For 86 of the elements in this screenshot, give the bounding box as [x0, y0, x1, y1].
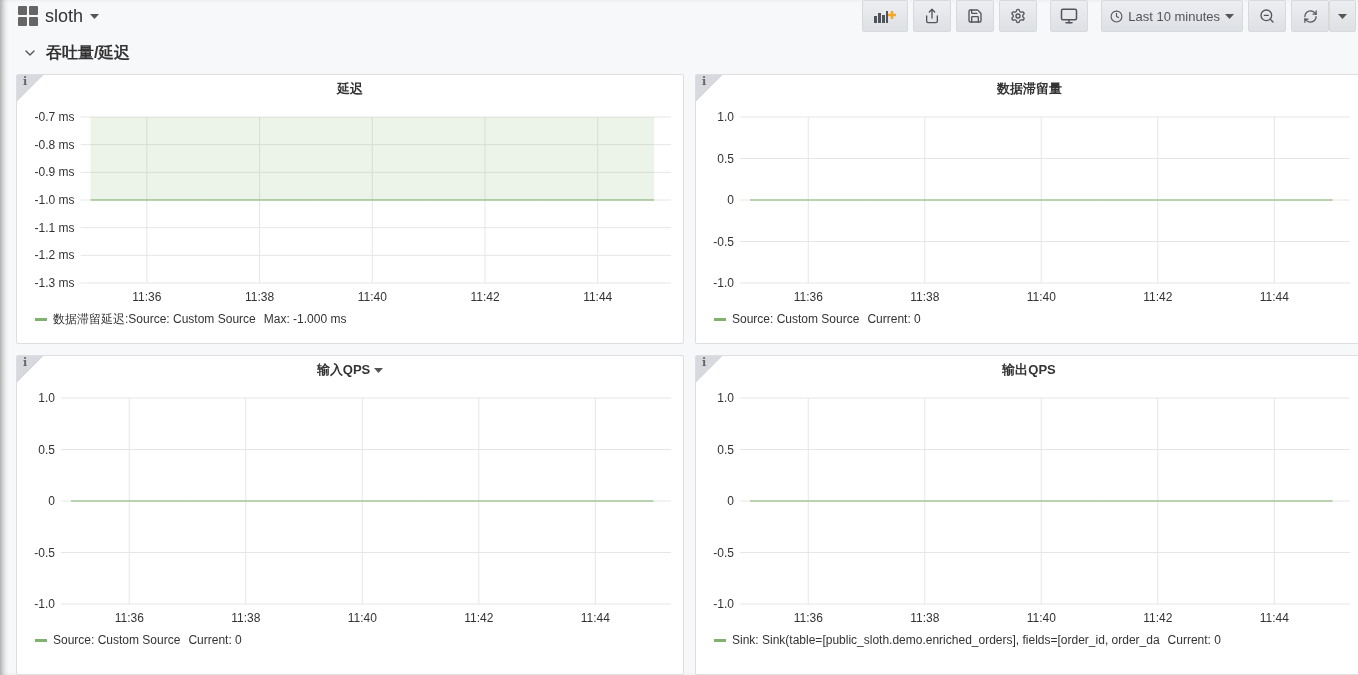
panel-title[interactable]: 延迟: [337, 80, 363, 98]
x-axis-label: 11:42: [1143, 290, 1173, 304]
caret-icon: [90, 13, 100, 19]
row-title: 吞吐量/延迟: [46, 42, 131, 63]
legend-swatch: [714, 638, 726, 642]
x-axis-label: 11:44: [580, 611, 610, 625]
y-axis-label: 1.0: [38, 392, 55, 405]
panel-title[interactable]: 输入QPS: [316, 361, 371, 379]
legend-label[interactable]: Source: Custom Source: [53, 633, 181, 647]
panel-title[interactable]: 数据滞留量: [996, 80, 1062, 98]
x-axis-label: 11:38: [910, 611, 940, 625]
x-axis-label: 11:38: [245, 290, 275, 304]
legend-swatch: [35, 638, 47, 642]
y-axis-label: -1.0 ms: [34, 193, 75, 207]
info-corner[interactable]: i: [17, 75, 43, 101]
legend-swatch: [714, 317, 726, 321]
refresh-icon: [1302, 8, 1318, 24]
zoom-out-icon: [1259, 8, 1275, 24]
y-axis-label: -1.1 ms: [34, 220, 75, 235]
x-axis-label: 11:42: [464, 611, 494, 625]
info-corner[interactable]: i: [17, 356, 43, 382]
refresh-button[interactable]: [1291, 0, 1329, 32]
legend-value: Current: 0: [867, 312, 921, 326]
legend-swatch: [35, 317, 47, 321]
y-axis-label: -0.7 ms: [34, 111, 75, 124]
refresh-menu-button[interactable]: [1329, 0, 1356, 32]
x-axis-label: 11:40: [1026, 290, 1056, 304]
y-axis-label: -0.5: [713, 234, 734, 249]
x-axis-label: 11:40: [347, 611, 377, 625]
legend-label[interactable]: Source: Custom Source: [732, 312, 860, 326]
caret-icon: [1338, 13, 1347, 19]
y-axis-label: 0.5: [717, 151, 734, 166]
add-panel-button[interactable]: [862, 0, 909, 32]
zoom-out-button[interactable]: [1248, 0, 1286, 32]
x-axis-label: 11:36: [793, 611, 823, 625]
x-axis-label: 11:42: [470, 290, 500, 304]
legend-value: Max: -1.000 ms: [263, 312, 347, 326]
time-range-button[interactable]: Last 10 minutes: [1101, 0, 1243, 32]
y-axis-label: 0.5: [38, 442, 55, 457]
caret-icon[interactable]: [374, 367, 384, 373]
bar-chart-plus-icon: [874, 9, 897, 23]
y-axis-label: -1.2 ms: [34, 248, 75, 263]
clock-icon: [1110, 9, 1124, 23]
x-axis-label: 11:38: [231, 611, 261, 625]
y-axis-label: -0.5: [713, 545, 734, 560]
y-axis-label: -1.3 ms: [34, 276, 75, 290]
info-corner[interactable]: i: [696, 75, 722, 101]
settings-icon: [1010, 8, 1027, 24]
panel-title[interactable]: 输出QPS: [1002, 361, 1056, 379]
monitor-button[interactable]: [1050, 0, 1089, 32]
y-axis-label: -0.8 ms: [34, 137, 75, 152]
info-corner[interactable]: i: [696, 356, 722, 382]
x-axis-label: 11:44: [1259, 611, 1289, 625]
legend-label[interactable]: 数据滞留延迟:Source: Custom Source: [53, 310, 256, 328]
y-axis-label: 1.0: [717, 111, 734, 124]
x-axis-label: 11:40: [357, 290, 387, 304]
y-axis-label: -0.5: [34, 545, 55, 560]
y-axis-label: 0: [48, 494, 55, 508]
y-axis-label: -0.9 ms: [34, 165, 75, 180]
x-axis-label: 11:44: [1259, 290, 1289, 304]
grid-icon: [18, 6, 38, 26]
x-axis-label: 11:38: [910, 290, 940, 304]
save-button[interactable]: [956, 0, 995, 32]
x-axis-label: 11:36: [793, 290, 823, 304]
legend-label[interactable]: Sink: Sink(table=[public_sloth.demo.enriched_orders], fields=[order_id, order_da: [732, 633, 1160, 647]
share-button[interactable]: [913, 0, 952, 32]
y-axis-label: 0.5: [717, 442, 734, 457]
caret-icon: [1225, 13, 1234, 19]
x-axis-label: 11:40: [1026, 611, 1056, 625]
share-icon: [924, 8, 941, 24]
y-axis-label: 0: [727, 494, 734, 508]
dashboard-title[interactable]: sloth: [14, 5, 104, 27]
y-axis-label: 1.0: [717, 392, 734, 405]
x-axis-label: 11:42: [1143, 611, 1173, 625]
save-icon: [967, 8, 984, 24]
y-axis-label: -1.0: [713, 597, 734, 611]
legend-value: Current: 0: [1167, 633, 1221, 647]
x-axis-label: 11:44: [583, 290, 613, 304]
legend-value: Current: 0: [188, 633, 242, 647]
x-axis-label: 11:36: [114, 611, 144, 625]
y-axis-label: -1.0: [713, 276, 734, 290]
x-axis-label: 11:36: [132, 290, 162, 304]
monitor-icon: [1060, 7, 1079, 25]
y-axis-label: 0: [727, 193, 734, 207]
settings-button[interactable]: [999, 0, 1038, 32]
y-axis-label: -1.0: [34, 597, 55, 611]
